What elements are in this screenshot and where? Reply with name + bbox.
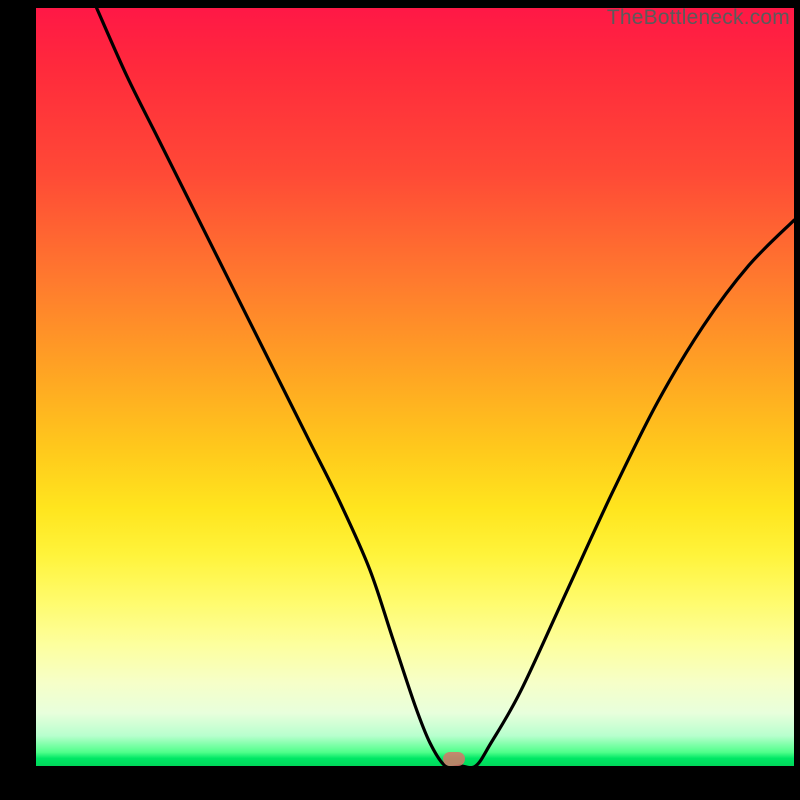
chart-frame: TheBottleneck.com [0,0,800,800]
plot-area [36,8,794,766]
optimal-point-marker [443,752,465,766]
bottleneck-curve [36,8,794,766]
watermark-text: TheBottleneck.com [607,6,790,30]
